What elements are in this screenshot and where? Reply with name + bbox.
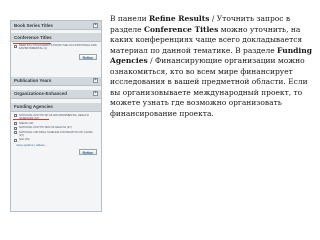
expand-icon[interactable]: + [93,91,98,97]
conference-options: MEETING ON EXCERPTS FROM THE OCCUPATIONA… [11,42,101,63]
expand-icon[interactable]: + [93,78,98,84]
term-refine-results: Refine Results [148,14,210,23]
section-header-book-series[interactable]: Book Series Titles + [11,21,101,30]
section-header-funding[interactable]: Funding Agencies [11,102,101,112]
expand-icon[interactable]: + [93,22,98,28]
more-options-link[interactable]: more options / values... [16,143,98,147]
checkbox-label: NATIONAL NATURAL SCIENCE FOUNDATION OF C… [19,129,93,138]
checkbox[interactable] [14,138,17,142]
section-title-funding: Funding Agencies [14,104,53,110]
checkbox-label: NIH (26) [19,137,30,142]
checkbox-label: MEETING ON EXCERPTS FROM THE OCCUPATIONA… [19,43,97,51]
section-title-conference: Conference Titles [14,34,52,40]
refine-button[interactable]: Refine [78,148,97,155]
funding-highlight-underline [13,119,49,121]
text-run: / Финансирующие организации можно ознако… [110,56,308,118]
list-item[interactable]: NIH (26) [14,138,98,142]
refine-results-panel: Book Series Titles + Conference Titles M… [10,20,102,212]
section-header-organizations[interactable]: Organizations-Enhanced + [11,89,101,99]
list-item[interactable]: MEETING ON EXCERPTS FROM THE OCCUPATIONA… [14,43,98,51]
checkbox[interactable] [14,131,17,135]
checkbox[interactable] [14,44,17,48]
list-item[interactable]: NATIONAL NATURAL SCIENCE FOUNDATION OF C… [14,129,98,138]
section-title-organizations: Organizations-Enhanced [14,91,68,97]
refine-button[interactable]: Refine [78,53,97,60]
section-header-publication-years[interactable]: Publication Years + [11,76,101,86]
section-title-publication-years: Publication Years [14,78,52,84]
conference-highlight-underline [13,43,51,45]
section-title-book-series: Book Series Titles [14,22,53,28]
explanation-paragraph: В панели Refine Results / Уточнить запро… [110,14,315,119]
section-header-conference[interactable]: Conference Titles [11,33,101,42]
checkbox[interactable] [14,114,17,118]
checkbox[interactable] [14,126,17,130]
term-conference-titles: Conference Titles [144,24,219,34]
checkbox[interactable] [14,122,17,126]
text-run: В панели [110,14,149,23]
